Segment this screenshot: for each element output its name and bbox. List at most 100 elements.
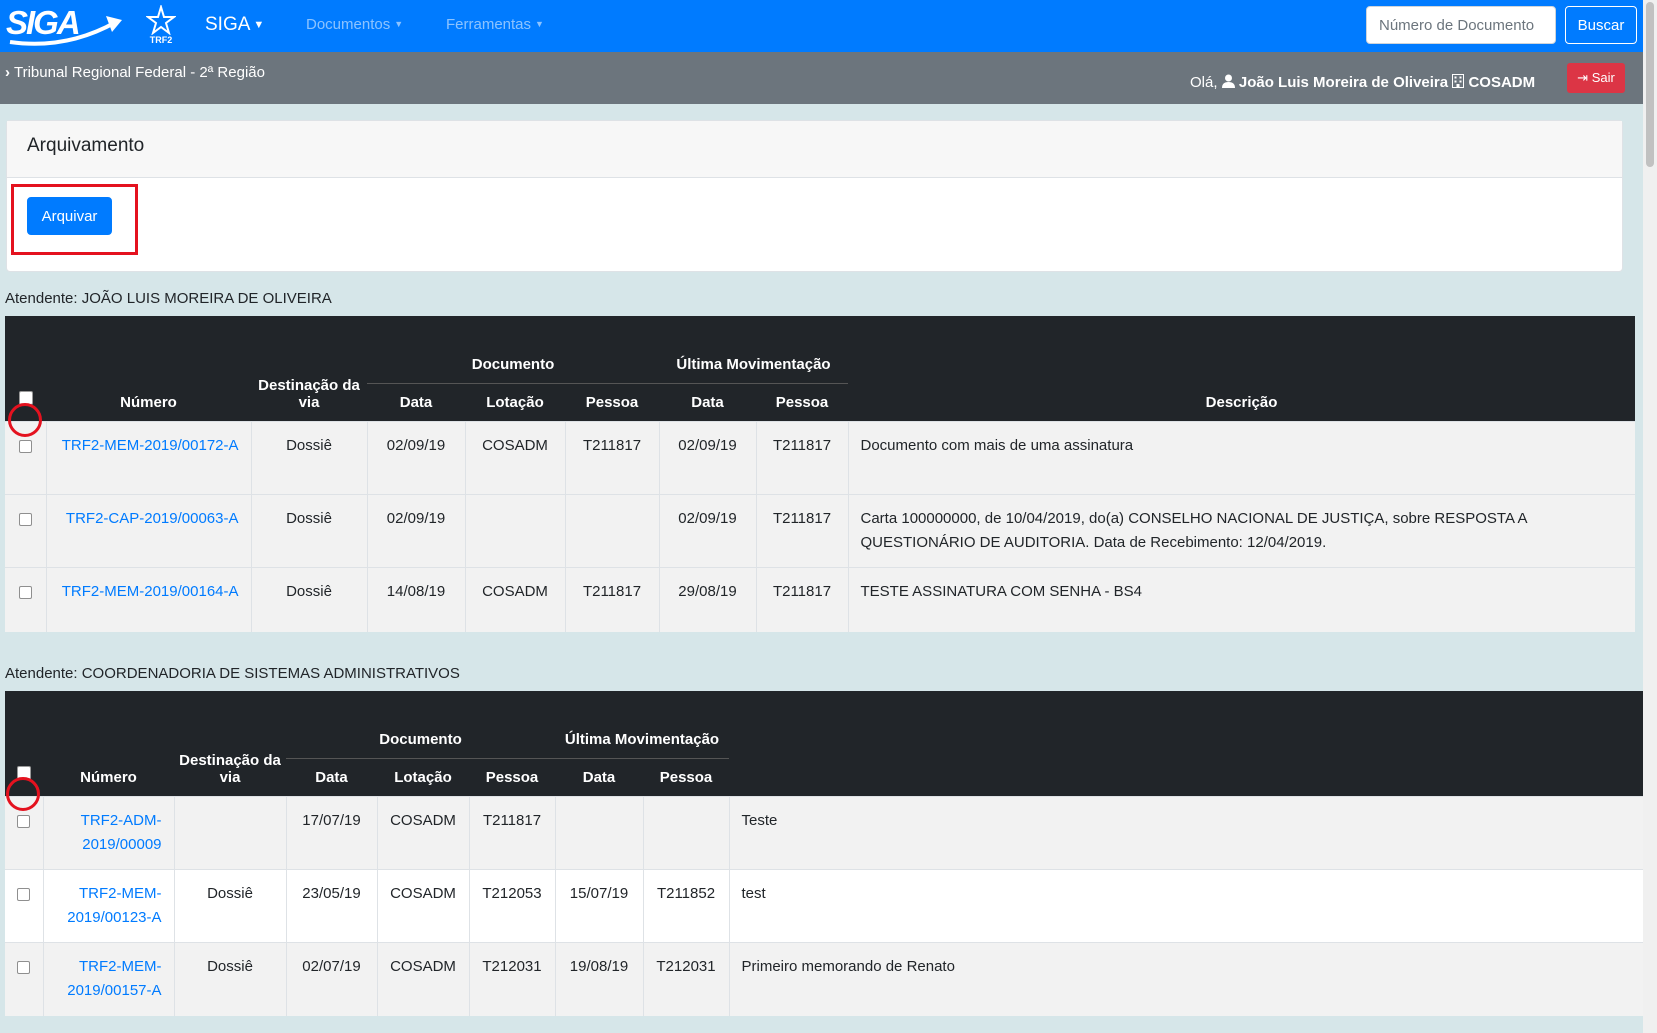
row-select-cell <box>5 567 46 632</box>
col-doc-data[interactable]: Data <box>286 758 377 797</box>
document-link[interactable]: TRF2-MEM-2019/00157-A <box>67 958 161 999</box>
cell-descricao: Documento com mais de uma assinatura <box>847 421 1635 495</box>
col-destinacao[interactable]: Destinação da via <box>251 316 367 422</box>
search-button[interactable]: Buscar <box>1565 6 1637 44</box>
cell-mov-data: 02/09/19 <box>658 421 756 495</box>
select-all-highlight-annotation <box>8 403 42 437</box>
lotacao: COSADM <box>1468 74 1536 91</box>
chevron-down-icon: ▼ <box>253 19 265 31</box>
col-group-documento: Documento <box>286 691 555 759</box>
group2-table: Número Destinação da via Documento Últim… <box>5 691 1643 1016</box>
table-row: TRF2-MEM-2019/00164-A Dossiê 14/08/19 CO… <box>5 567 1635 632</box>
cell-doc-lotacao <box>464 494 565 568</box>
row-checkbox[interactable] <box>18 586 32 599</box>
cell-descricao: Teste <box>728 796 1643 870</box>
arquivar-button[interactable]: Arquivar <box>27 197 112 235</box>
trf2-logo-label: TRF2 <box>149 35 173 45</box>
trf2-logo: TRF2 <box>145 3 177 47</box>
brand-dropdown[interactable]: SIGA ▼ <box>205 14 264 36</box>
document-link[interactable]: TRF2-ADM-2019/00009 <box>81 812 162 853</box>
cell-doc-pessoa: T212053 <box>468 869 555 943</box>
group2-title: Atendente: COORDENADORIA DE SISTEMAS ADM… <box>5 665 460 682</box>
cell-destinacao: Dossiê <box>250 494 367 568</box>
cell-mov-pessoa: T211852 <box>642 869 729 943</box>
document-link[interactable]: TRF2-MEM-2019/00164-A <box>62 583 239 600</box>
chevron-down-icon: ▼ <box>535 19 544 29</box>
col-mov-data[interactable]: Data <box>555 758 643 797</box>
row-checkbox[interactable] <box>17 961 31 974</box>
col-doc-data[interactable]: Data <box>367 383 465 422</box>
col-group-ultima-mov: Última Movimentação <box>659 316 848 384</box>
arquivamento-card: Arquivamento Arquivar <box>6 120 1623 272</box>
siga-logo-text: SIGA <box>6 4 81 41</box>
cell-doc-data: 17/07/19 <box>285 796 377 870</box>
building-icon <box>1452 74 1465 88</box>
menu-ferramentas-label: Ferramentas <box>446 16 532 33</box>
menu-documentos[interactable]: Documentos ▼ <box>306 16 403 33</box>
col-descricao[interactable]: Descrição <box>848 316 1635 422</box>
document-link[interactable]: TRF2-CAP-2019/00063-A <box>66 510 239 527</box>
cell-mov-pessoa: T212031 <box>642 942 729 1016</box>
document-link[interactable]: TRF2-MEM-2019/00172-A <box>62 437 239 454</box>
col-group-documento: Documento <box>367 316 659 384</box>
cell-mov-data: 19/08/19 <box>554 942 643 1016</box>
user-info: Olá, João Luis Moreira de Oliveira COSAD… <box>1190 74 1535 91</box>
row-select-cell <box>5 942 43 1016</box>
cell-doc-pessoa: T211817 <box>564 567 659 632</box>
cell-mov-pessoa <box>642 796 729 870</box>
col-numero[interactable]: Número <box>43 691 174 797</box>
cell-descricao: test <box>728 869 1643 943</box>
table-row: TRF2-CAP-2019/00063-A Dossiê 02/09/19 02… <box>5 494 1635 568</box>
breadcrumb[interactable]: › Tribunal Regional Federal - 2ª Região <box>5 64 265 81</box>
cell-doc-data: 02/07/19 <box>285 942 377 1016</box>
cell-doc-lotacao: COSADM <box>376 796 469 870</box>
siga-logo[interactable]: SIGA <box>6 4 124 48</box>
cell-doc-pessoa: T211817 <box>468 796 555 870</box>
cell-mov-data <box>554 796 643 870</box>
logout-button[interactable]: ⇥ Sair <box>1567 63 1625 93</box>
table-row: TRF2-MEM-2019/00172-A Dossiê 02/09/19 CO… <box>5 421 1635 495</box>
col-doc-pessoa[interactable]: Pessoa <box>565 383 659 422</box>
cell-destinacao: Dossiê <box>173 869 286 943</box>
table-row: TRF2-MEM-2019/00157-A Dossiê 02/07/19 CO… <box>5 942 1643 1016</box>
col-mov-pessoa[interactable]: Pessoa <box>756 383 848 422</box>
cell-destinacao <box>173 796 286 870</box>
sign-out-icon: ⇥ <box>1577 70 1589 85</box>
cell-mov-pessoa: T211817 <box>755 567 848 632</box>
header-bar: › Tribunal Regional Federal - 2ª Região O… <box>0 52 1643 104</box>
cell-doc-lotacao: COSADM <box>464 567 565 632</box>
cell-destinacao: Dossiê <box>250 421 367 495</box>
col-mov-data[interactable]: Data <box>659 383 756 422</box>
document-link[interactable]: TRF2-MEM-2019/00123-A <box>67 885 161 926</box>
cell-descricao: TESTE ASSINATURA COM SENHA - BS4 <box>847 567 1635 632</box>
vertical-scrollbar[interactable] <box>1643 0 1657 1033</box>
col-doc-lotacao[interactable]: Lotação <box>465 383 565 422</box>
cell-doc-data: 02/09/19 <box>366 494 465 568</box>
col-mov-pessoa[interactable]: Pessoa <box>643 758 729 797</box>
col-destinacao[interactable]: Destinação da via <box>174 691 286 797</box>
document-number-search-input[interactable] <box>1366 6 1556 44</box>
cell-doc-lotacao: COSADM <box>376 942 469 1016</box>
cell-mov-data: 15/07/19 <box>554 869 643 943</box>
cell-doc-data: 14/08/19 <box>366 567 465 632</box>
row-checkbox[interactable] <box>18 513 32 526</box>
cell-destinacao: Dossiê <box>250 567 367 632</box>
group1-title: Atendente: JOÃO LUIS MOREIRA DE OLIVEIRA <box>5 290 332 307</box>
scrollbar-thumb[interactable] <box>1646 2 1654 167</box>
cell-doc-lotacao: COSADM <box>376 869 469 943</box>
card-title: Arquivamento <box>7 121 1622 178</box>
col-doc-lotacao[interactable]: Lotação <box>377 758 469 797</box>
group1-table: Número Destinação da via Documento Últim… <box>5 316 1635 632</box>
row-checkbox[interactable] <box>17 888 31 901</box>
row-checkbox[interactable] <box>18 440 32 453</box>
col-doc-pessoa[interactable]: Pessoa <box>469 758 555 797</box>
cell-destinacao: Dossiê <box>173 942 286 1016</box>
col-numero[interactable]: Número <box>46 316 251 422</box>
row-checkbox[interactable] <box>17 815 31 828</box>
user-name: João Luis Moreira de Oliveira <box>1238 74 1449 91</box>
menu-ferramentas[interactable]: Ferramentas ▼ <box>446 16 544 33</box>
cell-descricao: Carta 100000000, de 10/04/2019, do(a) CO… <box>847 494 1635 568</box>
user-icon <box>1221 74 1235 88</box>
trf2-star-icon <box>145 3 177 36</box>
cell-doc-pessoa: T211817 <box>564 421 659 495</box>
